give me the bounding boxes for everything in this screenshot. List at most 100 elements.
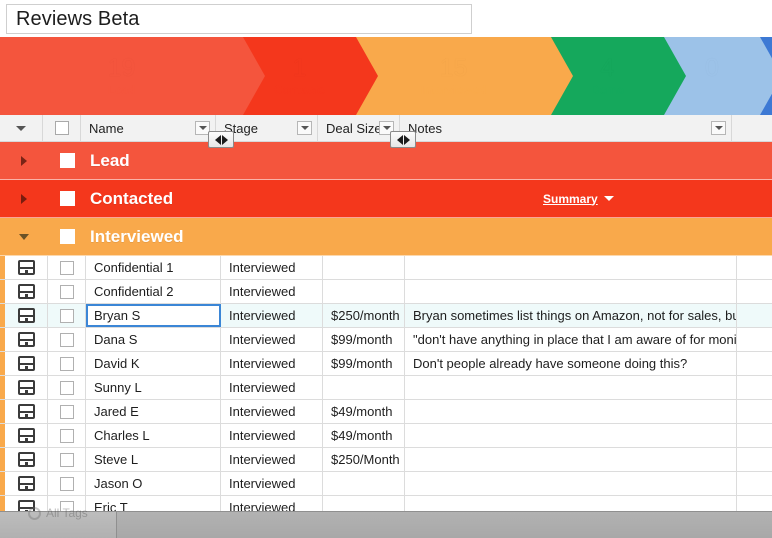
row-select-checkbox[interactable] bbox=[48, 448, 86, 471]
row-select-checkbox[interactable] bbox=[48, 400, 86, 423]
table-row[interactable]: Jason O Interviewed bbox=[0, 472, 772, 496]
cell-deal-size[interactable] bbox=[323, 256, 405, 279]
cell-stage[interactable]: Interviewed bbox=[221, 472, 323, 495]
expand-record-icon[interactable] bbox=[5, 472, 48, 495]
group-header-row[interactable]: Lead bbox=[0, 142, 772, 180]
cell-stage[interactable]: Interviewed bbox=[221, 496, 323, 511]
cell-deal-size[interactable]: $250/Month bbox=[323, 448, 405, 471]
column-resize-handle[interactable] bbox=[208, 131, 234, 148]
cell-notes[interactable] bbox=[405, 424, 737, 447]
expand-record-icon[interactable] bbox=[5, 424, 48, 447]
expand-all-chevron-down-icon[interactable] bbox=[0, 115, 43, 141]
cell-name[interactable]: Confidential 2 bbox=[86, 280, 221, 303]
group-select-checkbox[interactable] bbox=[48, 229, 86, 244]
cell-deal-size[interactable]: $99/month bbox=[323, 352, 405, 375]
row-select-checkbox[interactable] bbox=[48, 256, 86, 279]
cell-stage[interactable]: Interviewed bbox=[221, 448, 323, 471]
cell-deal-size[interactable] bbox=[323, 376, 405, 399]
cell-name[interactable]: Jared E bbox=[86, 400, 221, 423]
group-select-checkbox[interactable] bbox=[48, 153, 86, 168]
expand-record-icon[interactable] bbox=[5, 280, 48, 303]
cell-name[interactable]: Sunny L bbox=[86, 376, 221, 399]
cell-name[interactable]: Steve L bbox=[86, 448, 221, 471]
cell-notes[interactable]: Bryan sometimes list things on Amazon, n… bbox=[405, 304, 737, 327]
cell-stage[interactable]: Interviewed bbox=[221, 328, 323, 351]
cell-notes[interactable] bbox=[405, 256, 737, 279]
group-header-row[interactable]: Interviewed bbox=[0, 218, 772, 256]
expand-record-icon[interactable] bbox=[5, 304, 48, 327]
table-row[interactable]: Confidential 1 Interviewed bbox=[0, 256, 772, 280]
table-row[interactable]: David K Interviewed $99/month Don't people … bbox=[0, 352, 772, 376]
cell-stage[interactable]: Interviewed bbox=[221, 256, 323, 279]
cell-stage[interactable]: Interviewed bbox=[221, 280, 323, 303]
cell-notes[interactable] bbox=[405, 280, 737, 303]
cell-notes[interactable]: Don't people already have someone doing … bbox=[405, 352, 737, 375]
cell-notes[interactable] bbox=[405, 448, 737, 471]
cell-deal-size[interactable]: $49/month bbox=[323, 424, 405, 447]
cell-stage[interactable]: Interviewed bbox=[221, 376, 323, 399]
cell-deal-size[interactable]: $99/month bbox=[323, 328, 405, 351]
expand-record-icon[interactable] bbox=[5, 400, 48, 423]
cell-notes[interactable]: "don't have anything in place that I am … bbox=[405, 328, 737, 351]
row-select-checkbox[interactable] bbox=[48, 304, 86, 327]
group-summary-button[interactable]: Summary bbox=[543, 192, 614, 206]
group-header-row[interactable]: Contacted Summary bbox=[0, 180, 772, 218]
expand-record-icon[interactable] bbox=[5, 256, 48, 279]
cell-notes[interactable] bbox=[405, 376, 737, 399]
column-header-notes[interactable]: Notes bbox=[400, 115, 732, 141]
column-header-name[interactable]: Name bbox=[81, 115, 216, 141]
cell-name[interactable]: Confidential 1 bbox=[86, 256, 221, 279]
column-header-deal-size[interactable]: Deal Size bbox=[318, 115, 400, 141]
cell-name[interactable]: David K bbox=[86, 352, 221, 375]
expand-record-icon[interactable] bbox=[5, 496, 48, 511]
cell-notes[interactable] bbox=[405, 496, 737, 511]
table-row[interactable]: Sunny L Interviewed bbox=[0, 376, 772, 400]
cell-notes[interactable] bbox=[405, 472, 737, 495]
column-menu-chevron-down-icon[interactable] bbox=[297, 121, 312, 135]
cell-stage[interactable]: Interviewed bbox=[221, 400, 323, 423]
table-row[interactable]: Jared E Interviewed $49/month bbox=[0, 400, 772, 424]
funnel-stage-interviewed[interactable]: 15 Interviewed bbox=[356, 37, 573, 115]
cell-notes[interactable] bbox=[405, 400, 737, 423]
table-row[interactable]: Steve L Interviewed $250/Month bbox=[0, 448, 772, 472]
cell-stage[interactable]: Interviewed bbox=[221, 352, 323, 375]
row-select-checkbox[interactable] bbox=[48, 280, 86, 303]
cell-name[interactable]: Charles L bbox=[86, 424, 221, 447]
column-menu-chevron-down-icon[interactable] bbox=[711, 121, 726, 135]
cell-name[interactable]: Bryan S bbox=[86, 304, 221, 327]
row-select-checkbox[interactable] bbox=[48, 424, 86, 447]
cell-stage[interactable]: Interviewed bbox=[221, 304, 323, 327]
cell-deal-size[interactable]: $49/month bbox=[323, 400, 405, 423]
table-row[interactable]: Confidential 2 Interviewed bbox=[0, 280, 772, 304]
expand-record-icon[interactable] bbox=[5, 376, 48, 399]
row-select-checkbox[interactable] bbox=[48, 496, 86, 511]
group-select-checkbox[interactable] bbox=[48, 191, 86, 206]
column-resize-handle[interactable] bbox=[390, 131, 416, 148]
table-row[interactable]: Bryan S Interviewed $250/month Bryan someti… bbox=[0, 304, 772, 328]
cell-name[interactable]: Jason O bbox=[86, 472, 221, 495]
row-select-checkbox[interactable] bbox=[48, 352, 86, 375]
table-row[interactable]: Eric T Interviewed bbox=[0, 496, 772, 511]
expand-record-icon[interactable] bbox=[5, 328, 48, 351]
row-select-checkbox[interactable] bbox=[48, 376, 86, 399]
group-expand-chevron-right-icon[interactable] bbox=[0, 155, 48, 166]
cell-deal-size[interactable] bbox=[323, 280, 405, 303]
select-all-checkbox[interactable] bbox=[43, 115, 81, 141]
cell-deal-size[interactable] bbox=[323, 472, 405, 495]
table-row[interactable]: Dana S Interviewed $99/month "don't have an… bbox=[0, 328, 772, 352]
table-row[interactable]: Charles L Interviewed $49/month bbox=[0, 424, 772, 448]
cell-stage[interactable]: Interviewed bbox=[221, 424, 323, 447]
cell-name[interactable]: Dana S bbox=[86, 328, 221, 351]
cell-name[interactable]: Eric T bbox=[86, 496, 221, 511]
group-collapse-chevron-down-icon[interactable] bbox=[0, 233, 48, 240]
cell-deal-size[interactable] bbox=[323, 496, 405, 511]
cell-spacer bbox=[737, 496, 772, 511]
document-title-field[interactable]: Reviews Beta bbox=[6, 4, 472, 34]
row-select-checkbox[interactable] bbox=[48, 328, 86, 351]
cell-deal-size[interactable]: $250/month bbox=[323, 304, 405, 327]
funnel-stage-lead[interactable]: 19 Lead bbox=[0, 37, 265, 115]
expand-record-icon[interactable] bbox=[5, 448, 48, 471]
group-expand-chevron-right-icon[interactable] bbox=[0, 193, 48, 204]
row-select-checkbox[interactable] bbox=[48, 472, 86, 495]
expand-record-icon[interactable] bbox=[5, 352, 48, 375]
